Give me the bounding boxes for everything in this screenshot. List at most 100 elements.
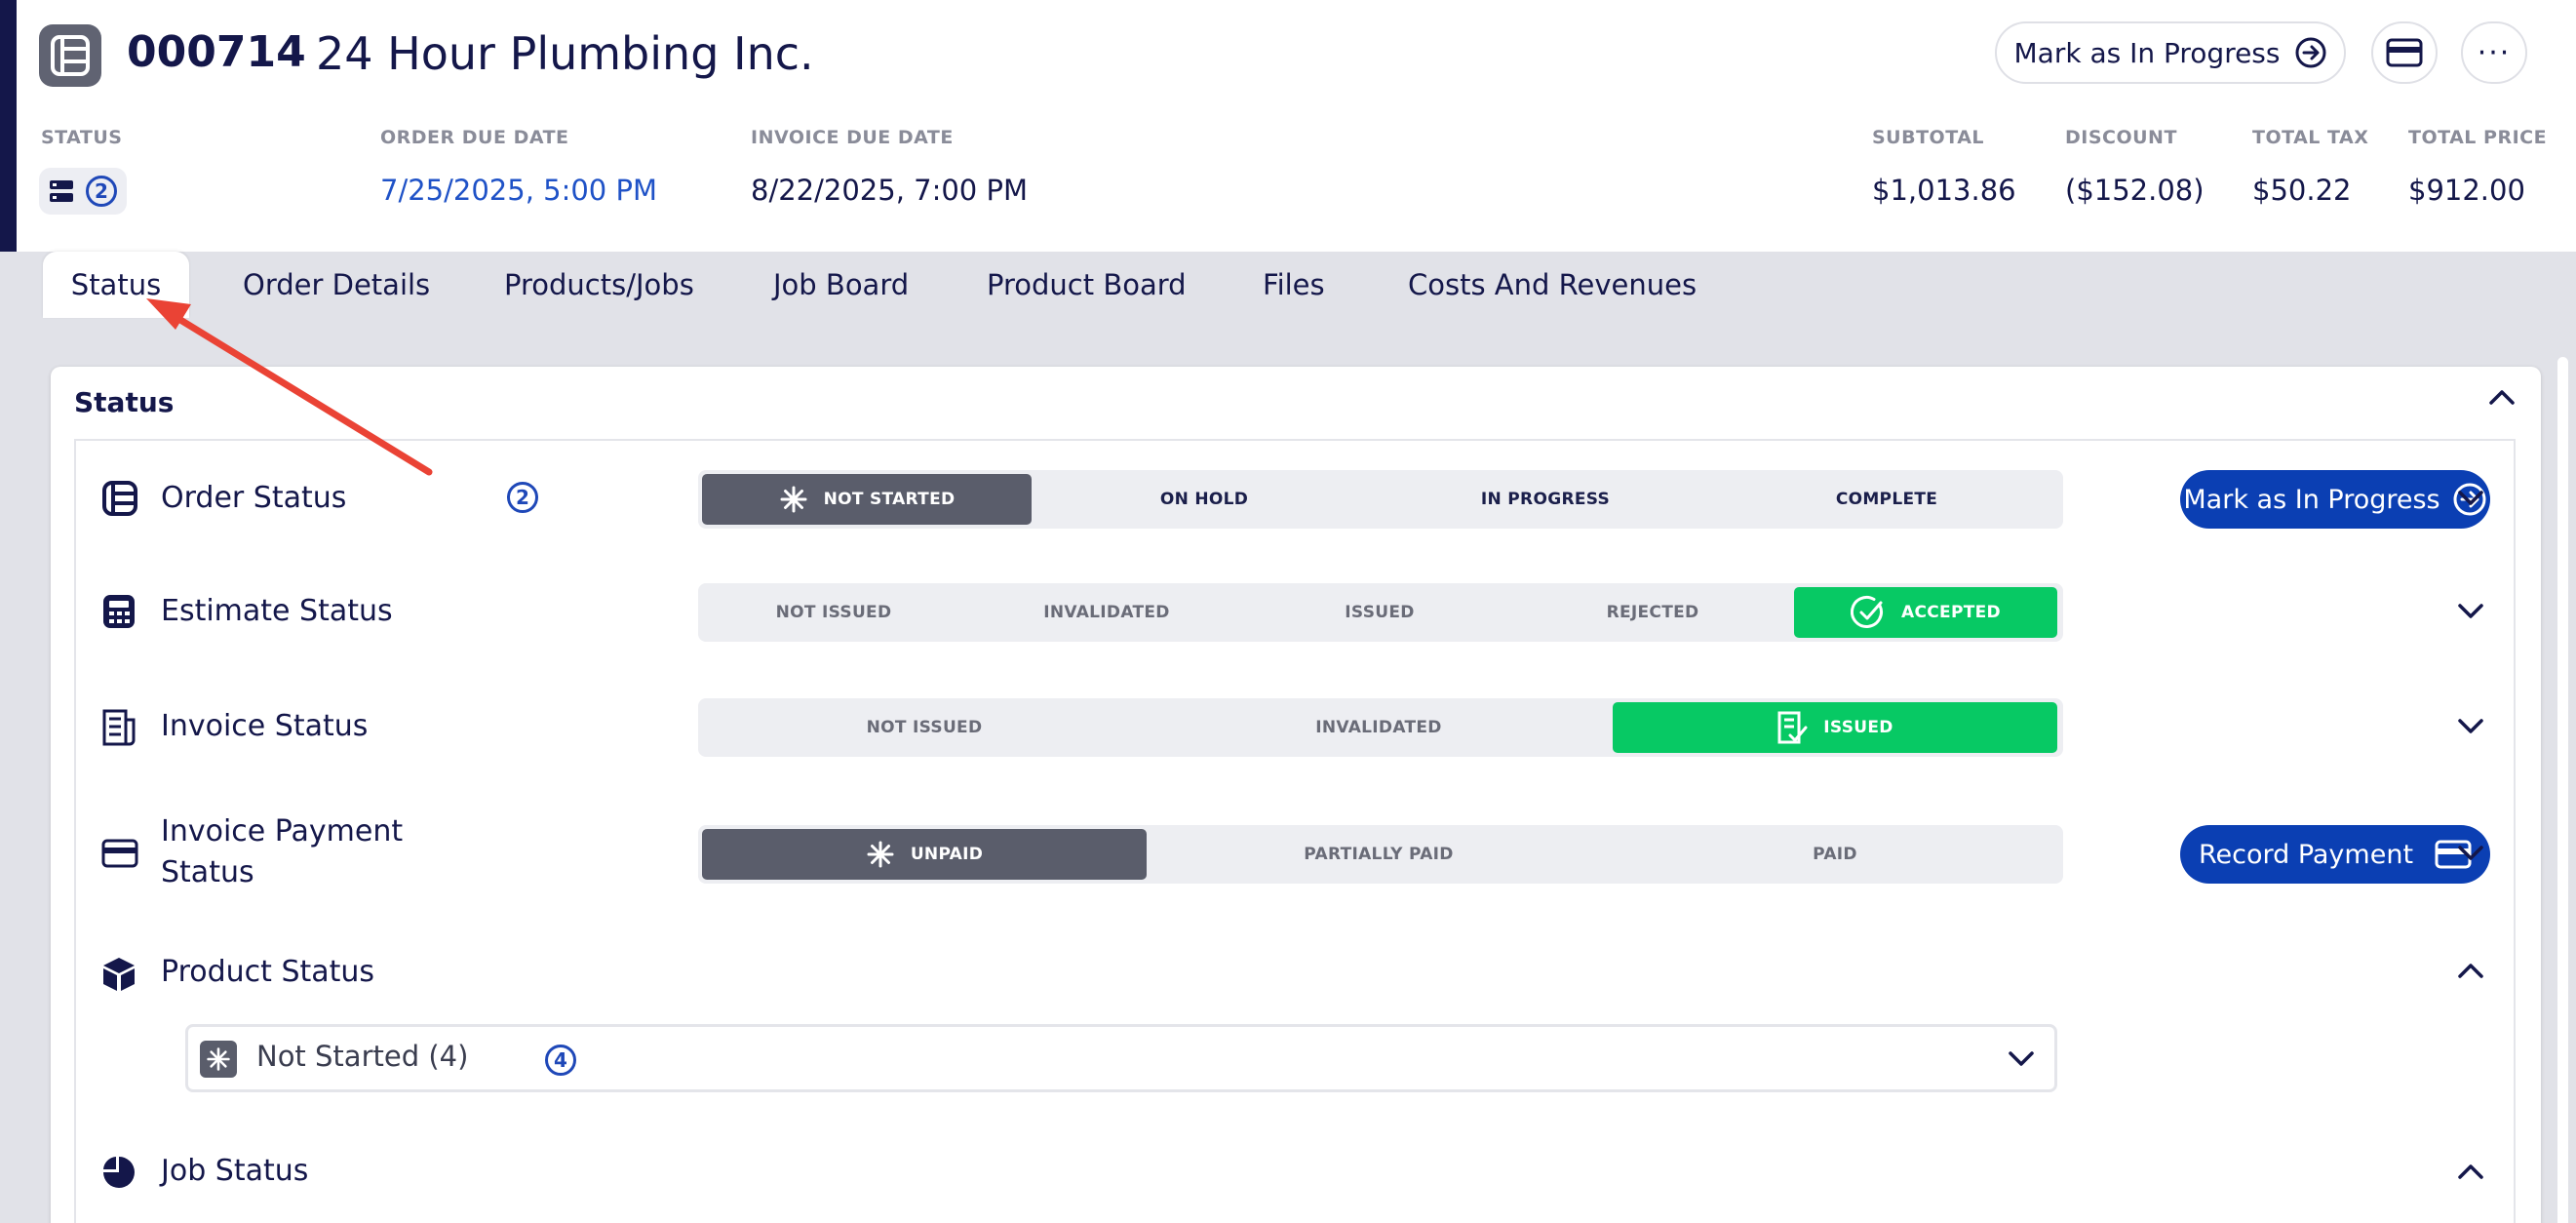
payment-status-unpaid-label: UNPAID <box>910 845 984 864</box>
total-tax-label: TOTAL TAX <box>2252 127 2369 148</box>
order-header: 000714 24 Hour Plumbing Inc. Mark as In … <box>0 0 2576 252</box>
order-icon <box>39 24 101 87</box>
chevron-up-icon[interactable] <box>2488 388 2516 406</box>
estimate-status-row: Estimate Status NOT ISSUED INVALIDATED I… <box>74 554 2516 671</box>
more-options-button[interactable]: ··· <box>2461 21 2527 84</box>
product-status-title: Product Status <box>161 955 375 989</box>
estimate-status-accepted[interactable]: ACCEPTED <box>1794 587 2057 638</box>
order-due-date-value[interactable]: 7/25/2025, 5:00 PM <box>380 174 657 207</box>
invoice-due-date-label: INVOICE DUE DATE <box>751 127 954 148</box>
order-status-icon <box>49 179 74 203</box>
mark-in-progress-label: Mark as In Progress <box>2183 484 2440 515</box>
estimate-status-invalidated[interactable]: INVALIDATED <box>975 587 1238 638</box>
order-status-complete[interactable]: COMPLETE <box>1722 474 2051 525</box>
order-status-title: Order Status <box>161 481 347 515</box>
tab-product-board[interactable]: Product Board <box>987 252 1187 318</box>
product-status-row: Product Status Not Started (4) 4 <box>74 923 2516 1125</box>
credit-card-icon <box>2386 38 2423 67</box>
tab-order-details[interactable]: Order Details <box>243 252 430 318</box>
mark-in-progress-header-button[interactable]: Mark as In Progress <box>1995 21 2346 84</box>
status-card-title: Status <box>74 386 175 418</box>
tab-job-board[interactable]: Job Board <box>773 252 909 318</box>
invoice-status-invalidated[interactable]: INVALIDATED <box>1156 702 1601 753</box>
credit-card-icon <box>101 839 138 868</box>
payment-status-segmented-control: UNPAID PARTIALLY PAID PAID <box>698 825 2063 884</box>
status-chip[interactable]: 2 <box>39 168 127 215</box>
estimate-status-segmented-control: NOT ISSUED INVALIDATED ISSUED REJECTED A… <box>698 583 2063 642</box>
order-status-row: Order Status 2 NOT STARTED ON HOLD IN PR… <box>74 439 2516 556</box>
order-status-segmented-control: NOT STARTED ON HOLD IN PROGRESS COMPLETE <box>698 470 2063 529</box>
invoice-status-issued[interactable]: ISSUED <box>1613 702 2057 753</box>
product-status-dropdown[interactable]: Not Started (4) 4 <box>185 1024 2057 1092</box>
calculator-icon <box>101 593 137 630</box>
tab-files[interactable]: Files <box>1263 252 1325 318</box>
estimate-status-title: Estimate Status <box>161 594 393 628</box>
invoice-check-icon <box>1776 710 1808 745</box>
order-due-date-label: ORDER DUE DATE <box>380 127 569 148</box>
payment-status-paid[interactable]: PAID <box>1613 829 2057 880</box>
estimate-status-not-issued[interactable]: NOT ISSUED <box>702 587 965 638</box>
chevron-down-icon[interactable] <box>2457 845 2484 862</box>
tab-status[interactable]: Status <box>43 252 189 318</box>
mark-in-progress-label: Mark as In Progress <box>2013 36 2281 69</box>
box-icon <box>101 956 137 993</box>
order-icon <box>101 480 138 517</box>
chevron-down-icon[interactable] <box>2457 603 2484 620</box>
subtotal-label: SUBTOTAL <box>1872 127 1985 148</box>
chevron-down-icon[interactable] <box>2457 718 2484 735</box>
job-status-row: Job Status <box>74 1124 2516 1223</box>
chevron-down-icon[interactable] <box>2457 490 2484 507</box>
invoice-status-row: Invoice Status NOT ISSUED INVALIDATED IS… <box>74 669 2516 786</box>
order-status-not-started[interactable]: NOT STARTED <box>702 474 1032 525</box>
total-tax-value: $50.22 <box>2252 174 2352 207</box>
order-status-in-progress[interactable]: IN PROGRESS <box>1381 474 1710 525</box>
pie-chart-icon <box>101 1155 137 1190</box>
mark-in-progress-button[interactable]: Mark as In Progress <box>2180 470 2490 529</box>
asterisk-icon <box>779 485 808 514</box>
tab-costs-and-revenues[interactable]: Costs And Revenues <box>1408 252 1697 318</box>
invoice-status-title: Invoice Status <box>161 709 369 743</box>
estimate-status-accepted-label: ACCEPTED <box>1901 603 2001 622</box>
payment-status-unpaid[interactable]: UNPAID <box>702 829 1147 880</box>
estimate-status-issued[interactable]: ISSUED <box>1248 587 1511 638</box>
payment-status-partially-paid[interactable]: PARTIALLY PAID <box>1156 829 1601 880</box>
invoice-status-not-issued[interactable]: NOT ISSUED <box>702 702 1147 753</box>
order-status-count-badge: 2 <box>507 482 538 513</box>
order-status-not-started-label: NOT STARTED <box>823 490 956 509</box>
discount-value: ($152.08) <box>2065 174 2205 207</box>
invoice-icon <box>101 708 137 747</box>
total-price-value: $912.00 <box>2408 174 2525 207</box>
record-payment-label: Record Payment <box>2198 839 2414 870</box>
scrollbar[interactable] <box>2557 357 2568 1223</box>
header-accent-bar <box>0 0 17 252</box>
invoice-status-issued-label: ISSUED <box>1823 718 1893 737</box>
invoice-payment-status-title-line2: Status <box>161 855 254 889</box>
invoice-status-segmented-control: NOT ISSUED INVALIDATED ISSUED <box>698 698 2063 757</box>
asterisk-icon <box>200 1041 237 1078</box>
invoice-payment-status-row: Invoice Payment Status UNPAID PARTIALLY … <box>74 784 2516 925</box>
product-status-dropdown-label: Not Started (4) <box>256 1040 469 1073</box>
invoice-due-date-value: 8/22/2025, 7:00 PM <box>751 174 1028 207</box>
status-label: STATUS <box>41 127 123 148</box>
invoice-payment-status-title: Invoice Payment Status <box>161 811 403 893</box>
subtotal-value: $1,013.86 <box>1872 174 2016 207</box>
order-number: 000714 <box>127 27 306 77</box>
more-icon: ··· <box>2477 35 2512 70</box>
record-payment-button[interactable]: Record Payment <box>2180 825 2490 884</box>
arrow-right-circle-icon <box>2294 36 2327 69</box>
status-count-badge: 2 <box>86 176 117 207</box>
check-circle-icon <box>1851 595 1886 630</box>
invoice-payment-status-title-line1: Invoice Payment <box>161 814 404 848</box>
customer-name: 24 Hour Plumbing Inc. <box>316 27 814 80</box>
chevron-up-icon[interactable] <box>2457 1163 2484 1180</box>
chevron-down-icon <box>2008 1050 2035 1068</box>
total-price-label: TOTAL PRICE <box>2408 127 2548 148</box>
estimate-status-rejected[interactable]: REJECTED <box>1521 587 1784 638</box>
asterisk-icon <box>866 840 895 869</box>
order-status-on-hold[interactable]: ON HOLD <box>1039 474 1369 525</box>
discount-label: DISCOUNT <box>2065 127 2177 148</box>
job-status-title: Job Status <box>161 1154 309 1188</box>
payment-button[interactable] <box>2371 21 2438 84</box>
tab-products-jobs[interactable]: Products/Jobs <box>504 252 694 318</box>
chevron-up-icon[interactable] <box>2457 962 2484 979</box>
